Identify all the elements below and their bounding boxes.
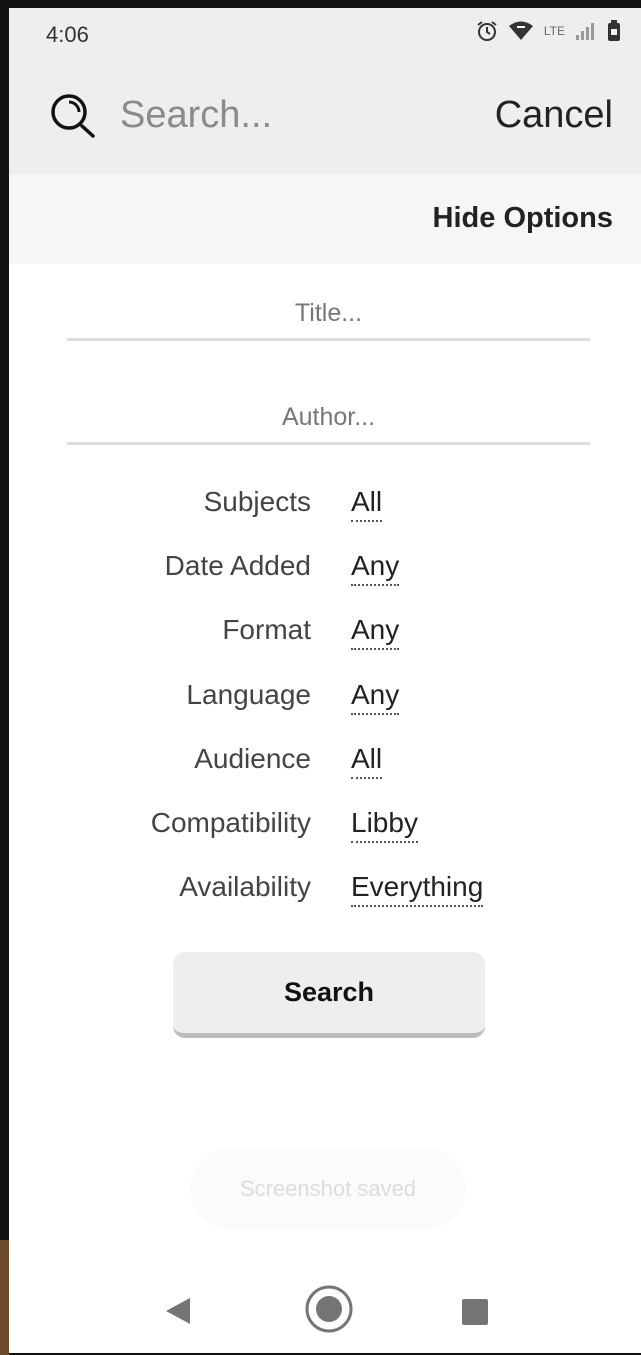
battery-icon (607, 20, 621, 42)
cancel-button[interactable]: Cancel (495, 94, 613, 137)
status-bar: 4:06 LTE (9, 8, 641, 60)
toast-message: Screenshot saved (190, 1148, 466, 1230)
signal-icon (575, 21, 597, 41)
recents-icon[interactable] (462, 1299, 488, 1330)
filter-value-language[interactable]: Any (351, 679, 400, 715)
filter-row-audience: Audience All (9, 743, 641, 783)
background-edge (0, 1240, 9, 1355)
search-bar: Search... Cancel (9, 60, 641, 174)
hide-options-button[interactable]: Hide Options (433, 202, 613, 235)
filter-value-audience[interactable]: All (351, 743, 383, 779)
filter-label: Compatibility (150, 807, 311, 838)
search-icon[interactable] (49, 92, 97, 145)
phone-screen: 4:06 LTE Search... Cancel Hide Options T… (9, 8, 641, 1353)
filter-label: Availability (179, 871, 311, 902)
title-field[interactable]: Title... (67, 288, 590, 341)
status-icons: LTE (476, 20, 621, 42)
filter-row-availability: Availability Everything (9, 871, 641, 911)
filter-value-format[interactable]: Any (351, 614, 400, 650)
wifi-icon (508, 20, 534, 42)
filter-label: Audience (194, 743, 311, 774)
filter-label: Date Added (164, 550, 311, 581)
network-type-label: LTE (543, 24, 565, 38)
filter-value-availability[interactable]: Everything (351, 871, 484, 907)
filter-label: Format (222, 614, 311, 645)
filter-row-format: Format Any (9, 614, 641, 654)
search-button[interactable]: Search (173, 952, 485, 1038)
alarm-icon (476, 20, 498, 42)
options-bar: Hide Options (9, 174, 641, 264)
filter-value-compatibility[interactable]: Libby (351, 807, 418, 843)
filter-row-compatibility: Compatibility Libby (9, 807, 641, 847)
filter-label: Subjects (203, 486, 311, 517)
filter-row-subjects: Subjects All (9, 486, 641, 526)
back-icon[interactable] (164, 1296, 192, 1331)
search-input[interactable]: Search... (120, 94, 272, 137)
filter-row-date-added: Date Added Any (9, 550, 641, 590)
filter-value-date-added[interactable]: Any (351, 550, 400, 586)
filter-label: Language (186, 679, 311, 710)
author-field[interactable]: Author... (67, 392, 590, 445)
filter-row-language: Language Any (9, 679, 641, 719)
navigation-bar (9, 1258, 641, 1353)
filter-value-subjects[interactable]: All (351, 486, 383, 522)
status-time: 4:06 (46, 22, 89, 47)
home-icon[interactable] (304, 1284, 354, 1339)
